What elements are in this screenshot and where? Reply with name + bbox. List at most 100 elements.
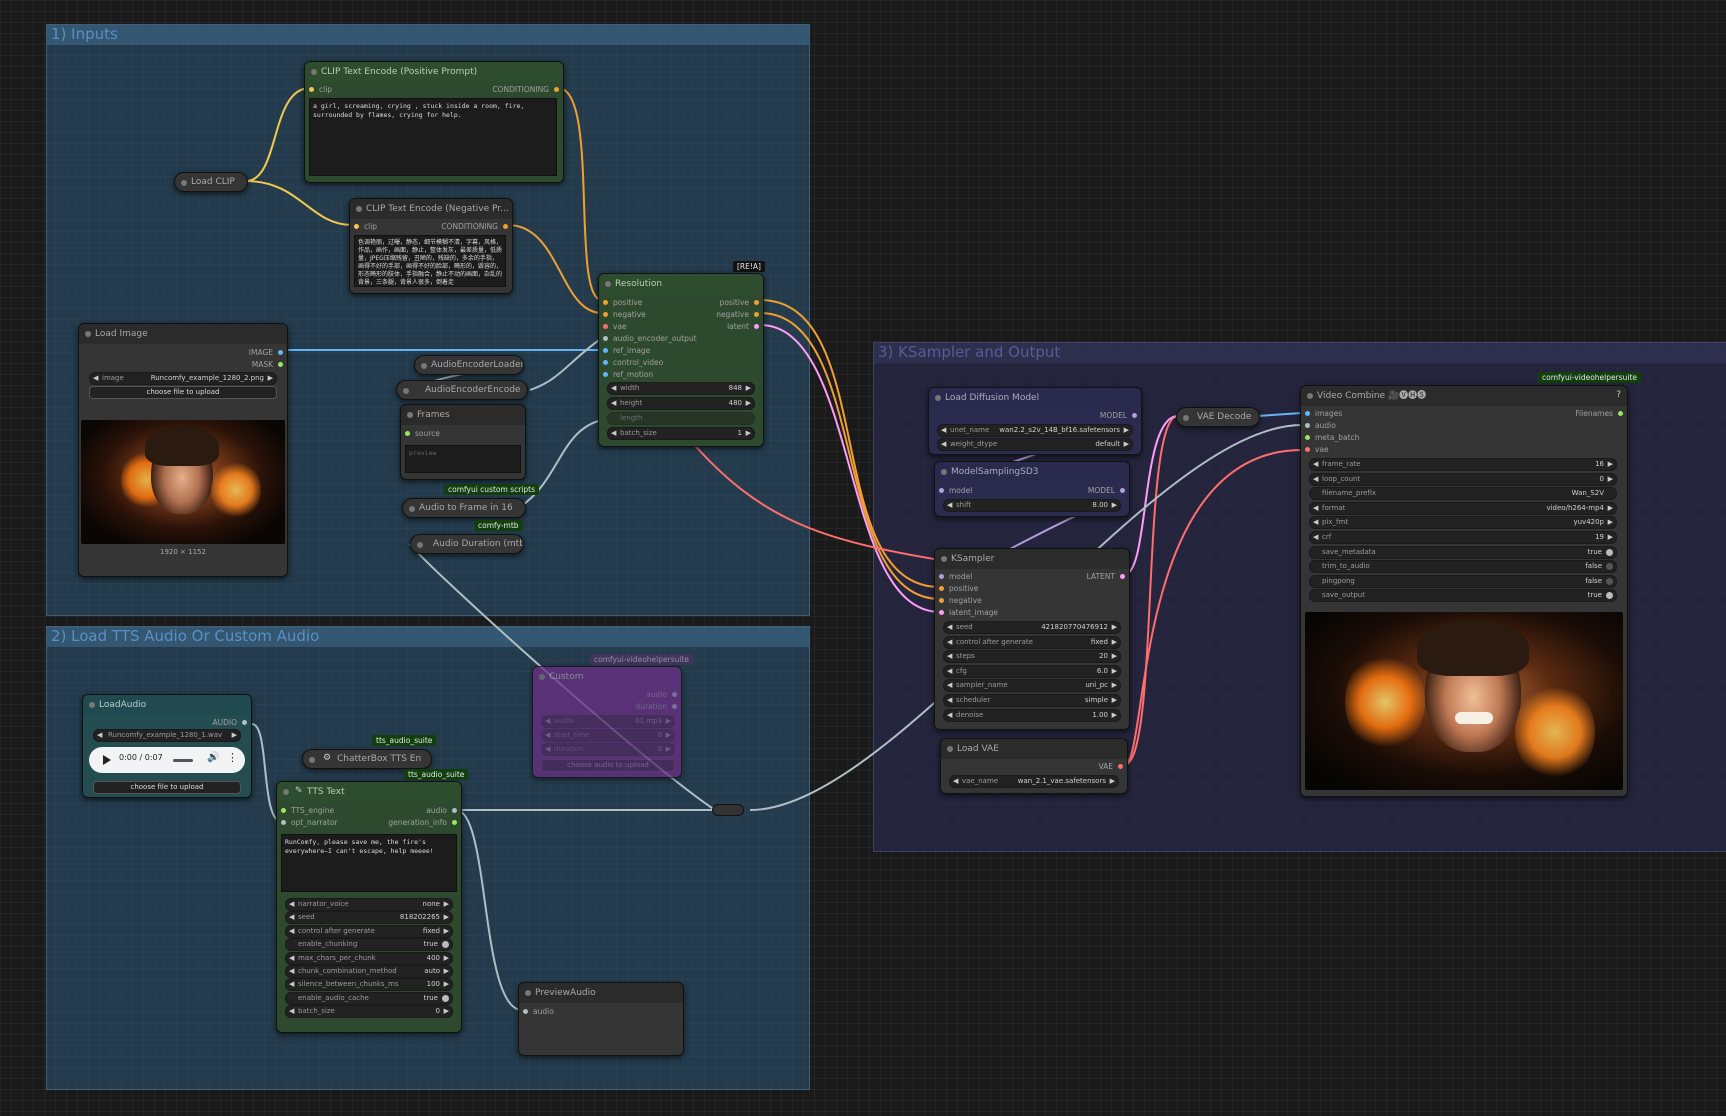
slot-duration-out[interactable]: duration bbox=[635, 702, 677, 711]
slot-image-out[interactable]: IMAGE bbox=[249, 348, 284, 357]
slot-audio-out[interactable]: audio bbox=[646, 690, 677, 699]
tts-widget-max-chars-per-chunk[interactable]: ◀ max_chars_per_chunk 400 ▶ bbox=[285, 951, 453, 965]
audio-player[interactable]: 0:00 / 0:07 🔊 ⋮ bbox=[89, 747, 245, 773]
slot-negative-in[interactable]: negative bbox=[603, 310, 646, 319]
slot-latent-image-in[interactable]: latent_image bbox=[939, 608, 998, 617]
slot-conditioning-out[interactable]: CONDITIONING bbox=[441, 222, 508, 231]
slot-positive-in[interactable]: positive bbox=[939, 584, 978, 593]
more-options-icon[interactable]: ⋮ bbox=[227, 751, 238, 764]
play-icon[interactable] bbox=[103, 755, 111, 765]
image-select-widget[interactable]: ◀ image Runcomfy_example_1280_2.png ▶ bbox=[89, 372, 277, 385]
slot-clip-in[interactable]: clip bbox=[354, 222, 377, 231]
tts-widget-narrator-voice[interactable]: ◀ narrator_voice none ▶ bbox=[285, 898, 453, 911]
video-combine-widget-format[interactable]: ◀ format video/h264-mp4 ▶ bbox=[1309, 501, 1617, 515]
slot-negative-in[interactable]: negative bbox=[939, 596, 982, 605]
slot-conditioning-out[interactable]: CONDITIONING bbox=[492, 85, 559, 94]
tts-widget-enable-audio-cache[interactable]: enable_audio_cache true bbox=[285, 991, 453, 1005]
audio-reroute[interactable] bbox=[712, 804, 744, 816]
node-audio-encoder-encode[interactable]: AudioEncoderEncode bbox=[396, 380, 528, 400]
audio-progress-bar[interactable] bbox=[173, 759, 193, 762]
slot-audio-in[interactable]: audio bbox=[1305, 421, 1336, 430]
ksampler-widget-denoise[interactable]: ◀ denoise 1.00 ▶ bbox=[943, 708, 1121, 722]
slot-model-in[interactable]: model bbox=[939, 486, 972, 495]
slot-control-video-in[interactable]: control_video bbox=[603, 358, 663, 367]
node-load-diffusion-model[interactable]: Load Diffusion Model MODEL ◀ unet_name wan… bbox=[928, 387, 1142, 455]
slot-generation-info-out[interactable]: generation_info bbox=[388, 818, 457, 827]
ksampler-widget-cfg[interactable]: ◀ cfg 6.0 ▶ bbox=[943, 664, 1121, 678]
slot-audio-out[interactable]: AUDIO bbox=[212, 718, 247, 727]
ksampler-widget-steps[interactable]: ◀ steps 20 ▶ bbox=[943, 650, 1121, 664]
node-audio-duration[interactable]: Audio Duration (mtb) bbox=[410, 534, 524, 554]
node-preview-audio[interactable]: PreviewAudio audio bbox=[518, 982, 684, 1056]
slot-source-in[interactable]: source bbox=[405, 429, 440, 438]
video-combine-widget-pix-fmt[interactable]: ◀ pix_fmt yuv420p ▶ bbox=[1309, 516, 1617, 530]
slot-model-in[interactable]: model bbox=[939, 572, 972, 581]
tts-widget-control-after-generate[interactable]: ◀ control after generate fixed ▶ bbox=[285, 924, 453, 938]
video-combine-widget-save-output[interactable]: save_output true bbox=[1309, 589, 1617, 603]
shift-widget[interactable]: ◀ shift 8.00 ▶ bbox=[943, 499, 1121, 512]
slot-audio-out[interactable]: audio bbox=[426, 806, 457, 815]
slot-filenames-out[interactable]: Filenames bbox=[1575, 409, 1623, 418]
slot-ref-motion-in[interactable]: ref_motion bbox=[603, 370, 653, 379]
audio-file-select[interactable]: ◀ Runcomfy_example_1280_1.wav ▶ bbox=[93, 729, 241, 742]
upload-image-button[interactable]: choose file to upload bbox=[89, 386, 277, 399]
node-frames[interactable]: Frames source preview bbox=[400, 404, 526, 480]
upload-audio-button[interactable]: choose file to upload bbox=[93, 781, 241, 794]
tts-text-textarea[interactable]: RunComfy, please save me, the fire's eve… bbox=[281, 834, 457, 892]
node-audio-encoder-loader[interactable]: AudioEncoderLoader bbox=[414, 355, 524, 375]
node-tts-text[interactable]: TTS Text ✎ TTS_engine opt_narrator audio… bbox=[276, 781, 462, 1033]
video-combine-widget-crf[interactable]: ◀ crf 19 ▶ bbox=[1309, 531, 1617, 544]
ksampler-widget-scheduler[interactable]: ◀ scheduler simple ▶ bbox=[943, 694, 1121, 707]
video-combine-widget-loop-count[interactable]: ◀ loop_count 0 ▶ bbox=[1309, 472, 1617, 486]
custom-audio-upload-button[interactable]: choose audio to upload bbox=[541, 759, 675, 772]
slot-ref-image-in[interactable]: ref_image bbox=[603, 346, 650, 355]
volume-icon[interactable]: 🔊 bbox=[207, 752, 219, 763]
node-resolution[interactable]: Resolution positive negative vae audio_e… bbox=[598, 273, 764, 447]
slot-meta-batch-in[interactable]: meta_batch bbox=[1305, 433, 1359, 442]
node-audio-to-frame[interactable]: Audio to Frame in 16 bbox=[402, 498, 526, 518]
slot-clip-in[interactable]: clip bbox=[309, 85, 332, 94]
vae-name-widget[interactable]: ◀ vae_name wan_2.1_vae.safetensors ▶ bbox=[949, 775, 1119, 788]
slot-opt-narrator-in[interactable]: opt_narrator bbox=[281, 818, 338, 827]
video-combine-widget-frame-rate[interactable]: ◀ frame_rate 16 ▶ bbox=[1309, 458, 1617, 471]
slot-vae-in[interactable]: vae bbox=[1305, 445, 1329, 454]
slot-latent-out[interactable]: LATENT bbox=[1087, 572, 1126, 581]
video-combine-widget-save-metadata[interactable]: save_metadata true bbox=[1309, 545, 1617, 559]
tts-widget-enable-chunking[interactable]: enable_chunking true bbox=[285, 938, 453, 952]
video-combine-widget-filename-prefix[interactable]: filename_prefix Wan_S2V bbox=[1309, 487, 1617, 501]
node-load-clip[interactable]: Load CLIP bbox=[174, 172, 248, 192]
ksampler-widget-control-after-generate[interactable]: ◀ control after generate fixed ▶ bbox=[943, 635, 1121, 649]
node-model-sampling-sd3[interactable]: ModelSamplingSD3 model MODEL ◀ shift 8.00 ▶ bbox=[934, 461, 1130, 517]
batch-size-widget[interactable]: ◀ batch_size 1 ▶ bbox=[607, 427, 755, 440]
slot-latent-out[interactable]: latent bbox=[727, 322, 759, 331]
tts-widget-seed[interactable]: ◀ seed 818202265 ▶ bbox=[285, 911, 453, 925]
positive-prompt-textarea[interactable]: a girl, screaming, crying , stuck inside… bbox=[309, 98, 557, 176]
node-vae-decode[interactable]: VAE Decode bbox=[1176, 407, 1260, 427]
slot-positive-out[interactable]: positive bbox=[720, 298, 760, 307]
slot-tts-engine-in[interactable]: TTS_engine bbox=[281, 806, 334, 815]
video-combine-widget-trim-to-audio[interactable]: trim_to_audio false bbox=[1309, 560, 1617, 574]
width-widget[interactable]: ◀ width 848 ▶ bbox=[607, 382, 755, 395]
slot-audio-encoder-in[interactable]: audio_encoder_output bbox=[603, 334, 697, 343]
negative-prompt-textarea[interactable]: 色调艳丽，过曝，静态，细节模糊不清，字幕，风格，作品，画作，画面，静止，整体发灰… bbox=[354, 235, 506, 287]
custom-audio-duration-widget[interactable]: ◀ duration 0 ▶ bbox=[541, 743, 675, 756]
ksampler-widget-seed[interactable]: ◀ seed 421820770476912 ▶ bbox=[943, 621, 1121, 634]
node-clip-text-negative[interactable]: CLIP Text Encode (Negative Pr... clip CO… bbox=[349, 198, 513, 294]
slot-model-out[interactable]: MODEL bbox=[1100, 411, 1138, 420]
tts-widget-chunk-combination-method[interactable]: ◀ chunk_combination_method auto ▶ bbox=[285, 965, 453, 978]
tts-widget-silence-between-chunks-ms[interactable]: ◀ silence_between_chunks_ms 100 ▶ bbox=[285, 978, 453, 992]
slot-model-out[interactable]: MODEL bbox=[1088, 486, 1126, 495]
node-video-combine[interactable]: Video Combine 🎥🅥🅗🅢 ? images audio meta_b… bbox=[1300, 385, 1628, 797]
slot-mask-out[interactable]: MASK bbox=[252, 360, 284, 369]
node-chatterbox-tts[interactable]: ChatterBox TTS En ⚙ bbox=[302, 749, 432, 769]
slot-positive-in[interactable]: positive bbox=[603, 298, 642, 307]
node-load-vae[interactable]: Load VAE VAE ◀ vae_name wan_2.1_vae.safete… bbox=[940, 738, 1128, 794]
height-widget[interactable]: ◀ height 480 ▶ bbox=[607, 397, 755, 410]
custom-audio-start-widget[interactable]: ◀ start_time 0 ▶ bbox=[541, 729, 675, 742]
custom-audio-file-widget[interactable]: ◀ audio 01.mp3 ▶ bbox=[541, 715, 675, 728]
slot-vae-in[interactable]: vae bbox=[603, 322, 627, 331]
help-icon[interactable]: ? bbox=[1616, 390, 1621, 400]
video-combine-widget-pingpong[interactable]: pingpong false bbox=[1309, 574, 1617, 588]
node-load-audio[interactable]: LoadAudio AUDIO ◀ Runcomfy_example_1280_1… bbox=[82, 694, 252, 798]
node-ksampler[interactable]: KSampler model positive negative latent_… bbox=[934, 548, 1130, 730]
